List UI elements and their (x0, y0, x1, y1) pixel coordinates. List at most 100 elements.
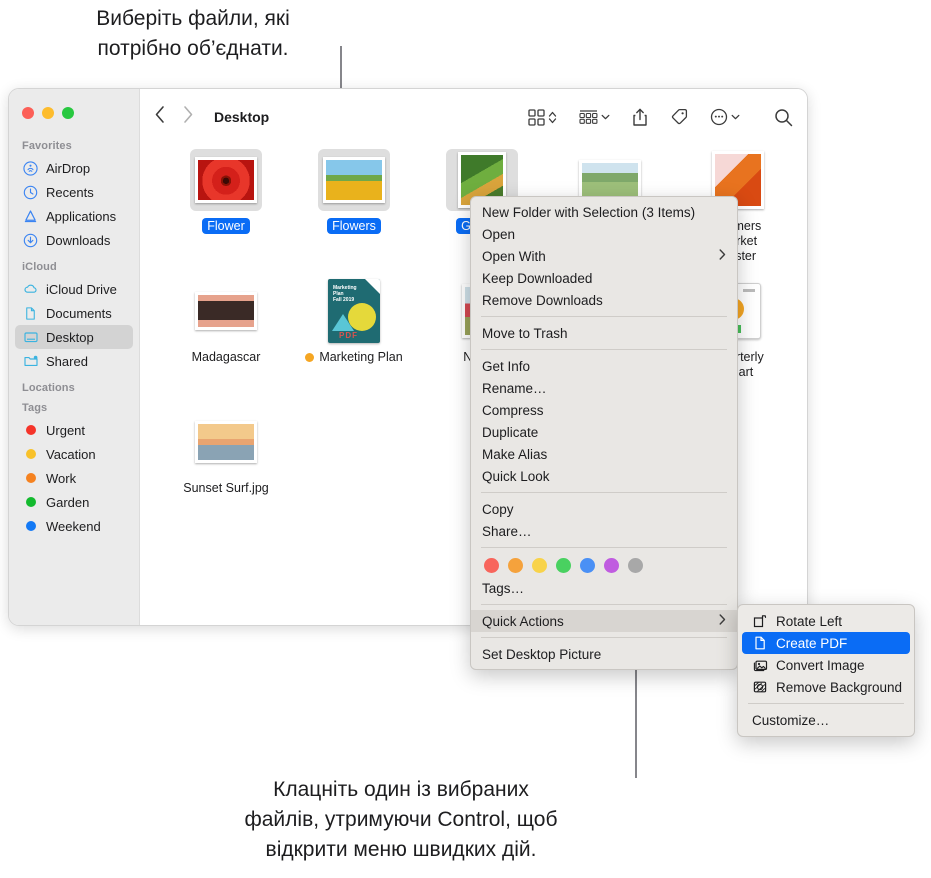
applications-icon (22, 208, 39, 225)
sidebar-item-recents[interactable]: Recents (15, 180, 133, 204)
menu-item-rename[interactable]: Rename… (471, 377, 737, 399)
thumbnail-image (323, 157, 385, 203)
sidebar-item-label: Vacation (46, 447, 96, 462)
menu-item-label: Share… (482, 524, 532, 539)
thumbnail-image (195, 421, 257, 463)
sidebar-tag-vacation[interactable]: Vacation (15, 442, 133, 466)
context-menu: New Folder with Selection (3 Items) Open… (470, 196, 738, 670)
tag-swatch-green[interactable] (556, 558, 571, 573)
page-root: Виберіть файли, які потрібно об’єднати. … (0, 0, 931, 878)
file-item-flower[interactable]: Flower (162, 149, 290, 265)
menu-item-set-desktop-picture[interactable]: Set Desktop Picture (471, 643, 737, 665)
file-item-flowers[interactable]: Flowers (290, 149, 418, 265)
file-row: Sunset Surf.jpg (162, 411, 290, 496)
document-icon (22, 305, 39, 322)
tag-dot-icon (22, 446, 39, 463)
menu-item-quick-actions[interactable]: Quick Actions (471, 610, 737, 632)
tag-swatch-blue[interactable] (580, 558, 595, 573)
group-by-button[interactable] (579, 109, 610, 126)
menu-separator (481, 349, 727, 350)
sidebar-item-desktop[interactable]: Desktop (15, 325, 133, 349)
menu-item-get-info[interactable]: Get Info (471, 355, 737, 377)
tag-swatch-purple[interactable] (604, 558, 619, 573)
sidebar-item-documents[interactable]: Documents (15, 301, 133, 325)
sidebar-item-downloads[interactable]: Downloads (15, 228, 133, 252)
menu-item-label: Quick Actions (482, 614, 564, 629)
menu-item-label: Copy (482, 502, 514, 517)
close-button[interactable] (22, 107, 34, 119)
cloud-icon (22, 281, 39, 298)
menu-item-label: Move to Trash (482, 326, 568, 341)
tag-swatch-orange[interactable] (508, 558, 523, 573)
submenu-item-label: Create PDF (776, 636, 847, 651)
menu-item-compress[interactable]: Compress (471, 399, 737, 421)
submenu-item-remove-background[interactable]: Remove Background (742, 676, 910, 698)
submenu-item-rotate-left[interactable]: Rotate Left (742, 610, 910, 632)
menu-item-tags[interactable]: Tags… (471, 577, 737, 599)
submenu-item-label: Rotate Left (776, 614, 842, 629)
sidebar-tag-work[interactable]: Work (15, 466, 133, 490)
menu-item-label: Compress (482, 403, 544, 418)
menu-item-label: Keep Downloaded (482, 271, 592, 286)
menu-item-label: Remove Downloads (482, 293, 603, 308)
file-item-madagascar[interactable]: Madagascar (162, 280, 290, 381)
submenu-item-convert-image[interactable]: Convert Image (742, 654, 910, 676)
tag-swatch-gray[interactable] (628, 558, 643, 573)
menu-item-open-with[interactable]: Open With (471, 245, 737, 267)
sidebar-item-label: Shared (46, 354, 88, 369)
thumbnail-image (195, 292, 257, 330)
menu-item-label: Get Info (482, 359, 530, 374)
tag-swatch-yellow[interactable] (532, 558, 547, 573)
minimize-button[interactable] (42, 107, 54, 119)
menu-item-new-folder-with-selection[interactable]: New Folder with Selection (3 Items) (471, 201, 737, 223)
convert-image-icon (752, 658, 768, 672)
menu-item-move-to-trash[interactable]: Move to Trash (471, 322, 737, 344)
zoom-button[interactable] (62, 107, 74, 119)
tag-dot-icon (305, 353, 314, 362)
search-button[interactable] (774, 108, 793, 127)
menu-item-label: Duplicate (482, 425, 538, 440)
sidebar-item-label: Documents (46, 306, 112, 321)
menu-separator (481, 492, 727, 493)
sidebar-item-label: Garden (46, 495, 89, 510)
pdf-document-icon: MarketingPlanFall 2019 PDF (328, 279, 380, 343)
sidebar-item-icloud-drive[interactable]: iCloud Drive (15, 277, 133, 301)
sidebar-tag-garden[interactable]: Garden (15, 490, 133, 514)
submenu-item-create-pdf[interactable]: Create PDF (742, 632, 910, 654)
more-actions-button[interactable] (710, 108, 740, 126)
menu-item-remove-downloads[interactable]: Remove Downloads (471, 289, 737, 311)
toolbar-actions (528, 89, 793, 145)
quick-actions-submenu: Rotate Left Create PDF Convert Image Rem… (737, 604, 915, 737)
thumbnail-container (190, 411, 262, 473)
menu-separator (481, 637, 727, 638)
file-label: Flowers (327, 218, 381, 234)
tags-button[interactable] (670, 108, 688, 126)
back-button[interactable] (154, 105, 166, 129)
menu-item-open[interactable]: Open (471, 223, 737, 245)
menu-item-make-alias[interactable]: Make Alias (471, 443, 737, 465)
menu-item-quick-look[interactable]: Quick Look (471, 465, 737, 487)
sidebar-tag-urgent[interactable]: Urgent (15, 418, 133, 442)
sidebar-item-label: Weekend (46, 519, 101, 534)
file-item-marketing-plan[interactable]: MarketingPlanFall 2019 PDF Marketing Pla… (290, 280, 418, 381)
menu-item-copy[interactable]: Copy (471, 498, 737, 520)
sidebar-item-applications[interactable]: Applications (15, 204, 133, 228)
forward-button[interactable] (182, 105, 194, 129)
file-item-sunset-surf[interactable]: Sunset Surf.jpg (162, 411, 290, 496)
menu-item-label: Open (482, 227, 515, 242)
sidebar-tag-weekend[interactable]: Weekend (15, 514, 133, 538)
sidebar-item-shared[interactable]: Shared (15, 349, 133, 373)
tag-swatch-red[interactable] (484, 558, 499, 573)
thumbnail-container (318, 149, 390, 211)
tag-color-swatches (471, 553, 737, 577)
submenu-separator (748, 703, 904, 704)
share-button[interactable] (632, 108, 648, 127)
icon-view-button[interactable] (528, 109, 557, 126)
menu-item-share[interactable]: Share… (471, 520, 737, 542)
sidebar-section-tags: Tags (9, 398, 139, 418)
sidebar-item-airdrop[interactable]: AirDrop (15, 156, 133, 180)
submenu-item-customize[interactable]: Customize… (742, 709, 910, 731)
menu-item-duplicate[interactable]: Duplicate (471, 421, 737, 443)
menu-item-keep-downloaded[interactable]: Keep Downloaded (471, 267, 737, 289)
menu-separator (481, 547, 727, 548)
